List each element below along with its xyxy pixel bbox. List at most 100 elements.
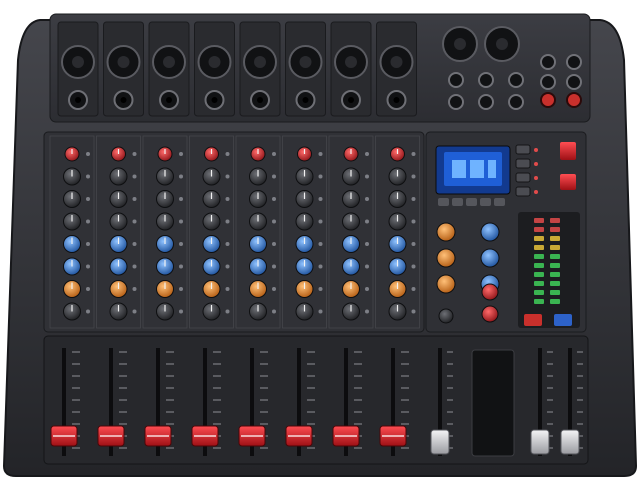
knob-scale-dot <box>272 242 276 246</box>
indicator-led <box>534 190 538 194</box>
master-effects-section <box>425 131 587 333</box>
knob-scale-dot <box>411 242 416 246</box>
knob-scale-dot <box>411 174 416 179</box>
knob-scale-dot <box>365 264 369 269</box>
output-jack <box>566 74 582 90</box>
channel-strip-section <box>43 131 425 333</box>
knob-scale-dot <box>225 197 230 201</box>
xlr-pin-hole <box>390 56 403 68</box>
knob-scale-dot <box>365 152 369 156</box>
knob-scale-dot <box>318 309 323 314</box>
master-fader-cap[interactable] <box>430 429 450 455</box>
output-jack <box>448 94 464 110</box>
meter-led <box>534 218 544 223</box>
knob-scale-dot <box>365 309 369 314</box>
red-master-knob[interactable] <box>481 305 499 323</box>
knob-scale-dot <box>179 197 183 201</box>
knob-scale-dot <box>411 264 416 269</box>
xlr-pin-hole <box>299 56 312 68</box>
rca-jack <box>566 92 582 108</box>
knob-scale-dot <box>132 309 137 314</box>
knob-scale-dot <box>272 287 276 291</box>
knob-scale-dot <box>132 287 137 291</box>
knob-scale-dot <box>272 174 276 179</box>
output-jack <box>448 72 464 88</box>
fader-section <box>43 335 589 465</box>
meter-led <box>534 236 544 241</box>
meter-led <box>550 272 560 277</box>
knob-scale-dot <box>179 264 183 269</box>
output-jack <box>478 94 494 110</box>
knob-scale-dot <box>318 242 323 246</box>
function-button[interactable] <box>494 198 505 206</box>
knob-scale-dot <box>86 242 90 246</box>
knob-scale-dot <box>365 174 369 179</box>
knob-scale-dot <box>225 174 230 179</box>
effect-button <box>560 174 576 190</box>
knob-scale-dot <box>179 152 183 156</box>
knob-scale-dot <box>86 309 90 314</box>
grey-master-knob[interactable] <box>438 308 454 324</box>
xlr-pin-hole <box>72 56 84 68</box>
meter-led <box>534 299 544 304</box>
knob-scale-dot <box>179 174 183 179</box>
output-jack <box>478 72 494 88</box>
meter-led <box>550 299 560 304</box>
master-display-window <box>471 349 515 457</box>
function-button[interactable] <box>438 198 449 206</box>
level-meter <box>518 212 580 328</box>
indicator-led <box>534 176 538 180</box>
meter-led <box>550 218 560 223</box>
master-fader-cap[interactable] <box>560 429 580 455</box>
knob-scale-dot <box>318 197 323 201</box>
knob-scale-dot <box>132 152 137 156</box>
xlr-pin-hole <box>163 56 175 68</box>
orange-master-knob[interactable] <box>436 248 456 268</box>
jack-hole <box>348 97 354 103</box>
jack-hole <box>393 97 400 103</box>
meter-led <box>534 263 544 268</box>
output-jack <box>566 54 582 70</box>
meter-led <box>534 290 544 295</box>
audio-mixer-console <box>2 13 638 477</box>
rca-jack <box>540 92 556 108</box>
meter-led <box>534 227 544 232</box>
knob-scale-dot <box>411 152 416 156</box>
mode-button[interactable] <box>515 172 531 183</box>
knob-scale-dot <box>318 152 323 156</box>
blue-master-knob[interactable] <box>480 248 500 268</box>
function-button[interactable] <box>466 198 477 206</box>
knob-scale-dot <box>179 242 183 246</box>
output-jack <box>508 72 524 88</box>
knob-scale-dot <box>318 264 323 269</box>
xlr-pin-hole <box>208 56 221 68</box>
orange-master-knob[interactable] <box>436 274 456 294</box>
power-button <box>560 142 576 160</box>
function-button[interactable] <box>480 198 491 206</box>
xlr-pin-hole <box>117 56 130 68</box>
knob-scale-dot <box>86 219 90 224</box>
jack-hole <box>120 97 127 103</box>
orange-master-knob[interactable] <box>436 222 456 242</box>
input-jack-section <box>49 13 591 123</box>
knob-scale-dot <box>132 197 137 201</box>
blue-master-knob[interactable] <box>480 222 500 242</box>
mode-button[interactable] <box>515 158 531 169</box>
knob-scale-dot <box>272 309 276 314</box>
function-button[interactable] <box>452 198 463 206</box>
meter-led <box>550 227 560 232</box>
knob-scale-dot <box>86 174 90 179</box>
indicator-led <box>534 162 538 166</box>
mode-button[interactable] <box>515 186 531 197</box>
knob-scale-dot <box>86 264 90 269</box>
xlr-pin-hole <box>496 38 508 50</box>
jack-hole <box>166 97 172 103</box>
output-jack <box>540 54 556 70</box>
red-master-knob[interactable] <box>481 283 499 301</box>
knob-scale-dot <box>132 242 137 246</box>
master-fader-cap[interactable] <box>530 429 550 455</box>
knob-scale-dot <box>132 264 137 269</box>
meter-led <box>550 236 560 241</box>
meter-led <box>534 281 544 286</box>
mode-button[interactable] <box>515 144 531 155</box>
